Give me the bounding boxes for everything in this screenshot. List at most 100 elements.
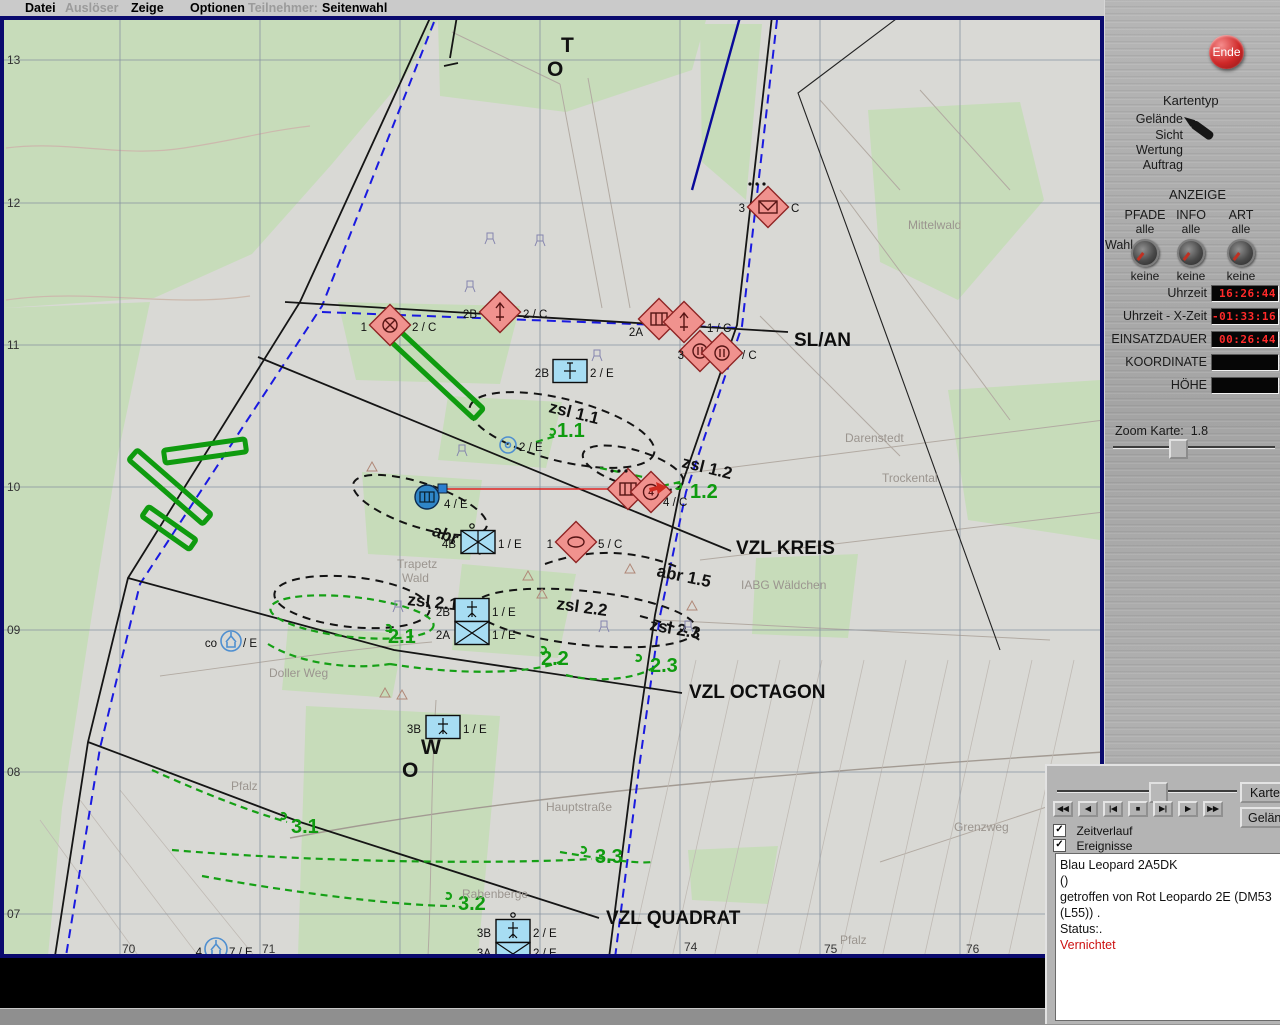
hoehe-display: [1211, 377, 1279, 394]
place-label: Hauptstraße: [546, 800, 612, 814]
ereignisse-row: ✓ Ereignisse: [1053, 837, 1132, 851]
phase-label-octagon: VZL OCTAGON: [689, 682, 826, 703]
zoom-slider-track[interactable]: [1113, 446, 1275, 449]
phase-label-quadrat: VZL QUADRAT: [606, 908, 741, 929]
unit-label: 2 / E: [533, 928, 557, 940]
unit-label: 4B: [442, 539, 456, 551]
info-knob[interactable]: [1177, 239, 1205, 267]
ereignisse-checkbox[interactable]: ✓: [1053, 839, 1066, 852]
unit-label: 3B: [477, 928, 491, 940]
unit-label: 1: [361, 322, 367, 334]
phase-label-kreis: VZL KREIS: [736, 538, 835, 559]
bottom-strip: [0, 1008, 1045, 1025]
grid-label: 12: [7, 196, 21, 210]
map-letter: O: [547, 58, 563, 81]
unit-label: 3: [739, 203, 745, 215]
unit-label: 2 / E: [519, 442, 543, 454]
readout-value: [1212, 355, 1278, 356]
pfade-knob[interactable]: [1131, 239, 1159, 267]
place-label: Trapetz: [397, 557, 437, 571]
menu-optionen[interactable]: Optionen: [190, 1, 245, 15]
unit-label: 1: [547, 539, 553, 551]
play-reverse-button[interactable]: ◀: [1078, 801, 1098, 817]
ende-button[interactable]: Ende: [1209, 35, 1244, 69]
grid-label: 09: [7, 623, 21, 637]
place-label: IABG Wäldchen: [741, 578, 826, 592]
phase-label-slan: SL/AN: [794, 330, 851, 351]
kartentyp-sicht[interactable]: Sicht: [1105, 128, 1183, 142]
grid-label: 07: [7, 907, 21, 921]
readout-label: Uhrzeit - X-Zeit: [1123, 309, 1207, 323]
place-label: Pfalz: [840, 933, 867, 947]
einsatzdauer-row: EINSATZDAUER 00:26:44: [1105, 331, 1280, 347]
xzeit-row: Uhrzeit - X-Zeit -01:33:16: [1105, 308, 1280, 324]
zeitverlauf-checkbox[interactable]: ✓: [1053, 824, 1066, 837]
rewind-fast-button[interactable]: ◀◀: [1053, 801, 1073, 817]
place-label: Darenstedt: [845, 431, 904, 445]
check-icon: ✓: [1055, 824, 1063, 835]
event-line: (): [1060, 873, 1280, 889]
knob-keine: keine: [1163, 269, 1219, 283]
unit-label: 2 / C: [412, 322, 436, 334]
step-back-button[interactable]: |◀: [1103, 801, 1123, 817]
event-line: (L55)) .: [1060, 905, 1280, 921]
blue-unit: [426, 716, 460, 739]
unit-label: 2B: [436, 607, 450, 619]
art-column: ART alle keine: [1213, 208, 1269, 283]
menu-ausloeser: Auslöser: [65, 1, 119, 15]
event-line: getroffen von Rot Leopardo 2E (DM53: [1060, 889, 1280, 905]
unit-label: 1 / E: [498, 539, 522, 551]
grid-label: 13: [7, 53, 21, 67]
route-label: 1.2: [690, 481, 718, 503]
stop-button[interactable]: ■: [1128, 801, 1148, 817]
unit-label: C: [791, 203, 799, 215]
zoom-karte-label: Zoom Karte: 1.8: [1115, 424, 1208, 438]
grid-label: 75: [824, 942, 838, 956]
menu-teilnehmer: Teilnehmer:: [248, 1, 318, 15]
unit-label: 1 / E: [492, 630, 516, 642]
map-canvas[interactable]: 13 12 11 10 09 08 07 70 71 74 75 76 SL/A…: [0, 16, 1104, 958]
blue-unit-circle: [415, 485, 439, 509]
koordinate-row: KOORDINATE: [1105, 354, 1280, 370]
zoom-value: 1.8: [1191, 424, 1208, 438]
menu-seitenwahl[interactable]: Seitenwahl: [322, 1, 387, 15]
grid-label: 71: [262, 942, 276, 956]
place-label: Trockental: [882, 471, 938, 485]
knob-name: ART: [1213, 208, 1269, 222]
kartentyp-gelaende[interactable]: Gelände: [1105, 112, 1183, 126]
route-label: 2.1: [388, 626, 416, 648]
info-column: INFO alle keine: [1163, 208, 1219, 283]
unit-label: 4 / C: [663, 497, 687, 509]
readout-label: KOORDINATE: [1125, 355, 1207, 369]
gelaende-button[interactable]: Gelände: [1240, 807, 1280, 828]
blue-unit: [455, 622, 489, 645]
place-label: Pfalz: [231, 779, 258, 793]
readout-label: HÖHE: [1171, 378, 1207, 392]
readout-label: EINSATZDAUER: [1111, 332, 1207, 346]
grid-label: 76: [966, 942, 980, 956]
route-label: 1.1: [557, 420, 585, 442]
karte-button[interactable]: Karte: [1240, 782, 1280, 803]
route-label: 2.2: [541, 648, 569, 670]
time-slider-track[interactable]: [1057, 790, 1237, 793]
koordinate-display: [1211, 354, 1279, 371]
play-button[interactable]: ▶: [1178, 801, 1198, 817]
zoom-slider-thumb[interactable]: [1169, 439, 1188, 459]
blue-unit: [455, 599, 489, 622]
art-knob[interactable]: [1227, 239, 1255, 267]
kartentyp-wertung[interactable]: Wertung: [1105, 143, 1183, 157]
bottom-black-bar: [0, 958, 1045, 1008]
grid-label: 10: [7, 480, 21, 494]
menu-zeige[interactable]: Zeige: [131, 1, 164, 15]
check-icon: ✓: [1055, 839, 1063, 850]
forward-fast-button[interactable]: ▶▶: [1203, 801, 1223, 817]
event-status: Vernichtet: [1060, 937, 1280, 953]
zoom-label-text: Zoom Karte:: [1115, 424, 1184, 438]
time-slider-thumb[interactable]: [1149, 782, 1168, 803]
menu-datei[interactable]: Datei: [25, 1, 56, 15]
step-forward-button[interactable]: ▶|: [1153, 801, 1173, 817]
knob-alle: alle: [1213, 222, 1269, 236]
knob-alle: alle: [1163, 222, 1219, 236]
unit-label: 5 / C: [598, 539, 622, 551]
kartentyp-auftrag[interactable]: Auftrag: [1105, 158, 1183, 172]
